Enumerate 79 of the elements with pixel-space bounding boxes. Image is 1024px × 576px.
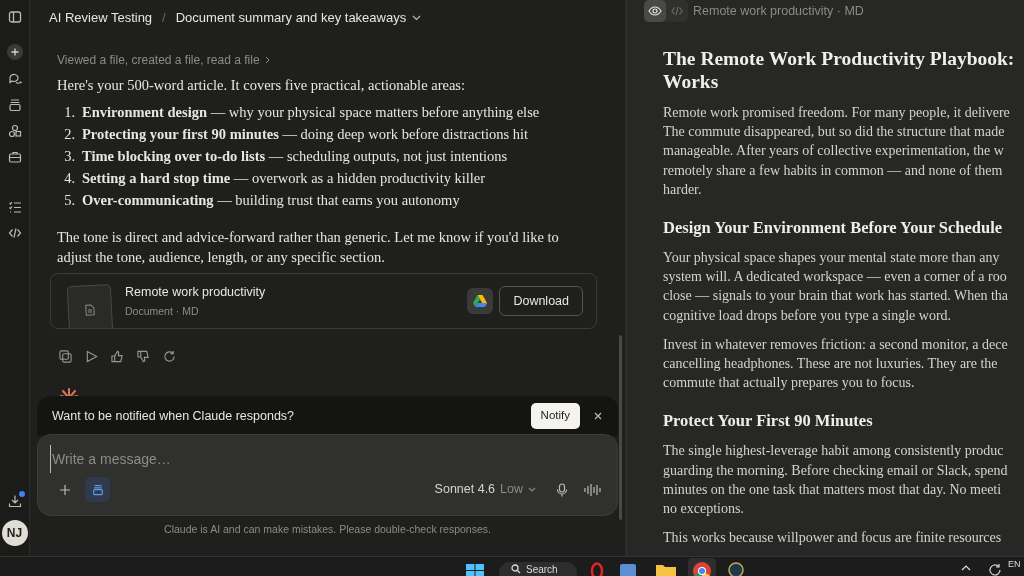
list-item-text: Environment design — why your physical space matters before anything else bbox=[82, 103, 540, 122]
chevron-up-icon[interactable] bbox=[961, 565, 971, 571]
checklist-icon[interactable] bbox=[7, 200, 22, 214]
disclaimer-text: Claude is AI and can make mistakes. Please double-check responses. bbox=[163, 522, 492, 537]
list-number: 5. bbox=[63, 191, 76, 210]
message-input[interactable]: Write a message… bbox=[50, 445, 450, 473]
list-item-text: Setting a hard stop time — overwork as a hidden productivity killer bbox=[82, 169, 486, 188]
tool-summary-link[interactable]: Viewed a file, created a file, read a file bbox=[57, 49, 270, 71]
list-number: 2. bbox=[63, 125, 76, 144]
chevron-right-icon bbox=[264, 56, 270, 64]
game-icon[interactable] bbox=[728, 562, 744, 576]
projects-icon bbox=[91, 483, 104, 496]
breadcrumb-separator: / bbox=[162, 9, 166, 28]
document-icon bbox=[84, 303, 96, 317]
ring-app-icon[interactable] bbox=[588, 562, 606, 576]
language-indicator[interactable]: EN bbox=[1008, 558, 1021, 572]
notify-message: Want to be notified when Claude responds? bbox=[52, 407, 295, 425]
windows-logo-icon[interactable] bbox=[466, 564, 484, 576]
intro-paragraph: Here's your 500-word article. It covers five practical, actionable areas: bbox=[57, 76, 467, 95]
chevron-down-icon bbox=[412, 15, 422, 21]
voice-waveform-icon[interactable] bbox=[584, 482, 601, 497]
projects-icon[interactable] bbox=[7, 98, 22, 112]
body-paragraph: The single highest-leverage habit among consistently produc guarding the morning. Before checking email or Slack, spend minutes on the one task that matters most that day. No meeti no exceptions. bbox=[663, 442, 1009, 519]
thumbs-up-icon[interactable] bbox=[111, 350, 124, 363]
microphone-icon[interactable] bbox=[556, 482, 568, 497]
notify-button[interactable]: Notify bbox=[530, 403, 580, 429]
folder-icon[interactable] bbox=[656, 563, 676, 576]
section-heading: Design Your Environment Before Your Schedule bbox=[663, 217, 1004, 239]
copy-icon[interactable] bbox=[59, 350, 72, 363]
search-icon bbox=[511, 564, 521, 574]
list-item-text: Protecting your first 90 minutes — doing deep work before distractions hit bbox=[82, 125, 529, 144]
projects-toggle-button[interactable] bbox=[85, 477, 110, 502]
body-paragraph: This works because willpower and focus are finite resources bbox=[663, 529, 1003, 548]
spark-logo-icon bbox=[60, 387, 78, 399]
attachment-meta: Document · MD bbox=[125, 303, 200, 319]
file-label: Remote work productivity · MD bbox=[693, 2, 864, 20]
user-avatar[interactable]: NJ bbox=[1, 520, 28, 546]
taskbar-search-box[interactable]: Search bbox=[499, 562, 577, 576]
download-icon[interactable] bbox=[7, 494, 22, 508]
briefcase-icon[interactable] bbox=[7, 150, 22, 164]
closing-paragraph: The tone is direct and advice-forward rather than generic. Let me know if you'd like to adjust the tone, audience, length, or any specific section. bbox=[57, 228, 560, 267]
list-number: 4. bbox=[63, 169, 76, 188]
download-button[interactable]: Download bbox=[499, 286, 583, 316]
play-icon[interactable] bbox=[85, 350, 98, 363]
body-paragraph: Your physical space shapes your mental state more than any system will. A dedicated workspace — even a corner of a roo close — signals to your brain that work has started. When tha cognitive load drops before you type a single word. bbox=[663, 249, 1009, 325]
body-paragraph: Invest in whatever removes friction: a second monitor, a dece cancelling headphones. These are not luxuries. They are the commute that actually prepares you to focus. bbox=[663, 335, 1009, 393]
chat-title-dropdown[interactable]: Document summary and key takeaways bbox=[175, 8, 422, 28]
effort-level: Low bbox=[500, 481, 523, 499]
new-chat-icon[interactable] bbox=[6, 44, 23, 60]
sync-icon[interactable] bbox=[988, 563, 1002, 576]
preview-tab[interactable] bbox=[644, 0, 666, 22]
thumbs-down-icon[interactable] bbox=[137, 350, 150, 363]
document-title: The Remote Work Productivity Playbook: Works bbox=[663, 47, 1016, 93]
drive-triangle-icon bbox=[473, 295, 488, 307]
shapes-icon[interactable] bbox=[7, 124, 22, 138]
chevron-down-icon bbox=[528, 487, 536, 492]
list-number: 1. bbox=[63, 103, 76, 122]
eye-icon bbox=[648, 6, 662, 16]
drive-button[interactable] bbox=[467, 288, 494, 314]
retry-icon[interactable] bbox=[163, 350, 176, 363]
section-heading: Protect Your First 90 Minutes bbox=[663, 410, 874, 433]
list-item-text: Time blocking over to-do lists — scheduling outputs, not just intentions bbox=[82, 147, 508, 166]
close-icon[interactable] bbox=[594, 412, 602, 420]
project-link[interactable]: AI Review Testing bbox=[49, 8, 153, 28]
body-paragraph: Remote work promised freedom. For many people, it delivere The commute disappeared, but so did the structure that made manageable. After years of collective experimentation, the w remotely share a few habits in common — and none of them harder. bbox=[663, 104, 1011, 199]
attachment-title: Remote work productivity bbox=[125, 283, 266, 301]
attachment-card[interactable]: Remote work productivity Document · MD Download bbox=[50, 273, 597, 329]
model-name: Sonnet 4.6 bbox=[434, 481, 496, 499]
sidebar-toggle-icon[interactable] bbox=[7, 10, 22, 24]
add-icon[interactable] bbox=[59, 483, 71, 496]
browser-taskbar-button[interactable] bbox=[688, 558, 716, 576]
model-selector[interactable]: Sonnet 4.6 Low bbox=[434, 480, 536, 499]
search-label: Search bbox=[526, 564, 558, 575]
browser-icon bbox=[693, 562, 711, 576]
chat-bubbles-icon[interactable] bbox=[7, 72, 22, 86]
code-icon[interactable] bbox=[7, 226, 22, 240]
list-item-text: Over-communicating — building trust that earns you autonomy bbox=[82, 191, 460, 210]
list-number: 3. bbox=[63, 147, 76, 166]
code-icon bbox=[671, 6, 683, 16]
